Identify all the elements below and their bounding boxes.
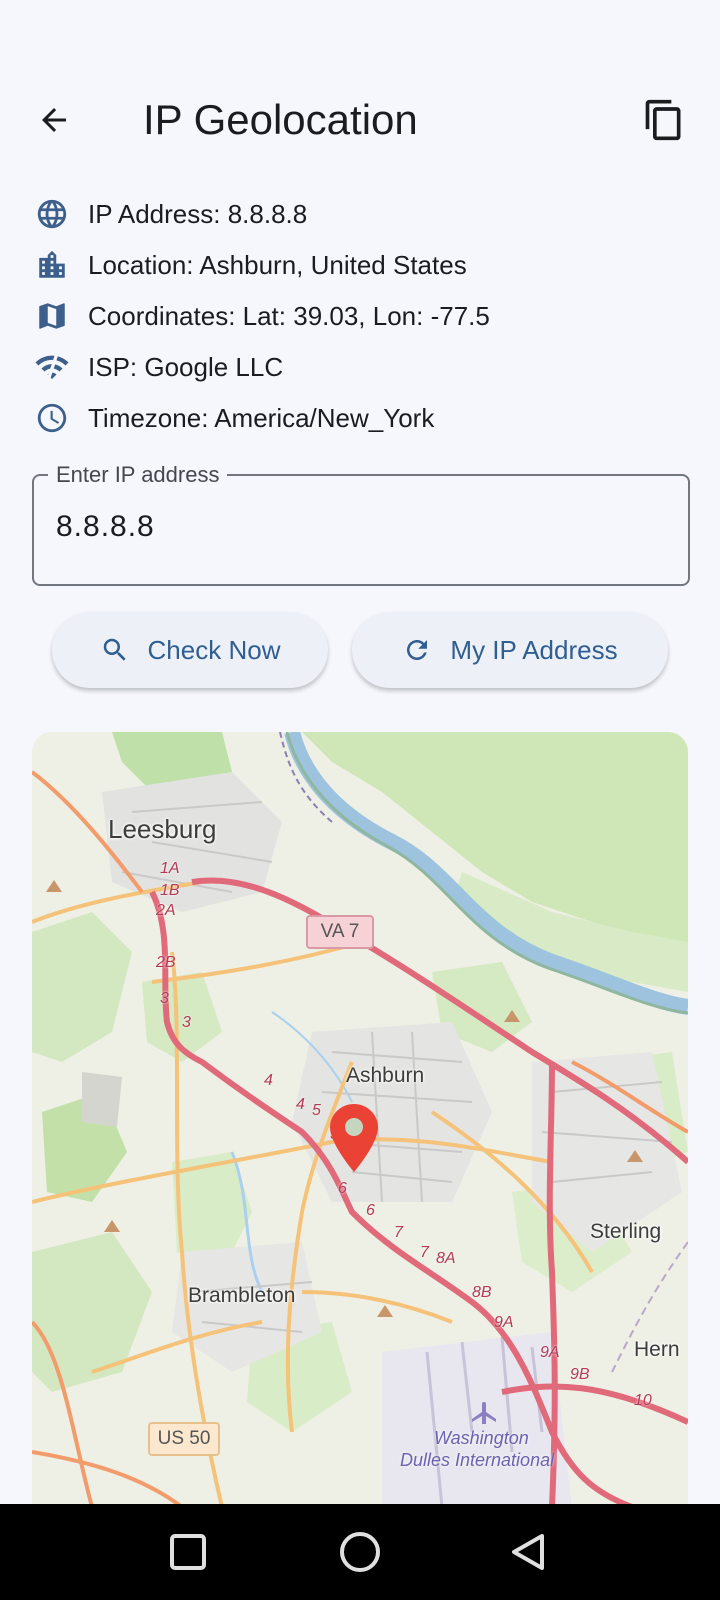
exit-label: 8B: [472, 1284, 492, 1301]
info-location: Location: Ashburn, United States: [34, 245, 467, 285]
ip-input-value[interactable]: 8.8.8.8: [56, 510, 155, 544]
info-text: ISP: Google LLC: [88, 351, 284, 382]
my-ip-address-button[interactable]: My IP Address: [352, 612, 668, 688]
label-brambleton: Brambleton: [188, 1284, 296, 1307]
exit-label: 6: [366, 1202, 375, 1219]
exit-label: 3: [160, 990, 169, 1007]
info-text: Timezone: America/New_York: [88, 402, 435, 433]
exit-label: 4: [264, 1072, 273, 1089]
clock-icon: [34, 400, 70, 436]
exit-label: 3: [182, 1014, 191, 1031]
copy-icon: [645, 99, 681, 141]
globe-icon: [34, 196, 70, 232]
city-icon: [34, 247, 70, 283]
label-dulles-2: Dulles International: [400, 1450, 555, 1470]
copy-button[interactable]: [640, 96, 688, 144]
exit-label: 4: [296, 1096, 305, 1113]
info-coordinates: Coordinates: Lat: 39.03, Lon: -77.5: [34, 296, 490, 336]
exit-label: 9A: [494, 1314, 514, 1331]
info-text: IP Address: 8.8.8.8: [88, 198, 308, 229]
back-button[interactable]: [32, 98, 76, 142]
ip-input-label: Enter IP address: [48, 462, 228, 488]
exit-label: 6: [338, 1180, 347, 1197]
info-text: Location: Ashburn, United States: [88, 249, 467, 280]
shield-us50: US 50: [148, 1422, 220, 1456]
map-icon: [34, 298, 70, 334]
wifi-icon: [34, 349, 70, 385]
exit-label: 1A: [160, 860, 180, 877]
refresh-icon: [402, 635, 432, 665]
check-now-button[interactable]: Check Now: [52, 612, 328, 688]
exit-label: 7: [420, 1244, 429, 1261]
info-isp: ISP: Google LLC: [34, 347, 283, 387]
page-title: IP Geolocation: [143, 96, 418, 143]
exit-label: 7: [394, 1224, 403, 1241]
label-ashburn: Ashburn: [346, 1064, 425, 1087]
triangle-back-icon: [512, 1534, 544, 1570]
exit-label: 9A: [540, 1344, 560, 1361]
info-ip-address: IP Address: 8.8.8.8: [34, 194, 307, 234]
check-now-label: Check Now: [147, 634, 281, 665]
back-nav-button[interactable]: [504, 1528, 552, 1576]
circle-icon: [340, 1532, 380, 1572]
search-icon: [100, 635, 130, 665]
exit-label: 2B: [156, 954, 176, 971]
exit-label: 2A: [156, 902, 176, 919]
exit-label: 9B: [570, 1366, 590, 1383]
location-pin-icon[interactable]: [330, 1104, 378, 1172]
system-navigation-bar: [0, 1504, 720, 1600]
ip-address-field[interactable]: Enter IP address 8.8.8.8: [32, 462, 690, 586]
label-sterling: Sterling: [590, 1220, 662, 1243]
square-icon: [170, 1534, 206, 1570]
exit-label: 1B: [160, 882, 180, 899]
app-bar: IP Geolocation: [0, 88, 720, 152]
my-ip-address-label: My IP Address: [450, 634, 618, 665]
info-text: Coordinates: Lat: 39.03, Lon: -77.5: [88, 300, 490, 331]
exit-label: 10: [634, 1392, 652, 1409]
exit-label: 8A: [436, 1250, 456, 1267]
label-herndon: Hern: [634, 1338, 680, 1361]
exit-label: 5: [312, 1102, 321, 1119]
map-view[interactable]: VA 7 US 50 Leesburg Ashburn Sterling Bra…: [32, 732, 688, 1507]
info-timezone: Timezone: America/New_York: [34, 398, 434, 438]
shield-va7: VA 7: [306, 915, 374, 949]
home-button[interactable]: [336, 1528, 384, 1576]
label-dulles-1: Washington: [434, 1428, 529, 1448]
label-leesburg: Leesburg: [108, 814, 217, 844]
arrow-back-icon: [42, 108, 66, 132]
recents-button[interactable]: [164, 1528, 212, 1576]
